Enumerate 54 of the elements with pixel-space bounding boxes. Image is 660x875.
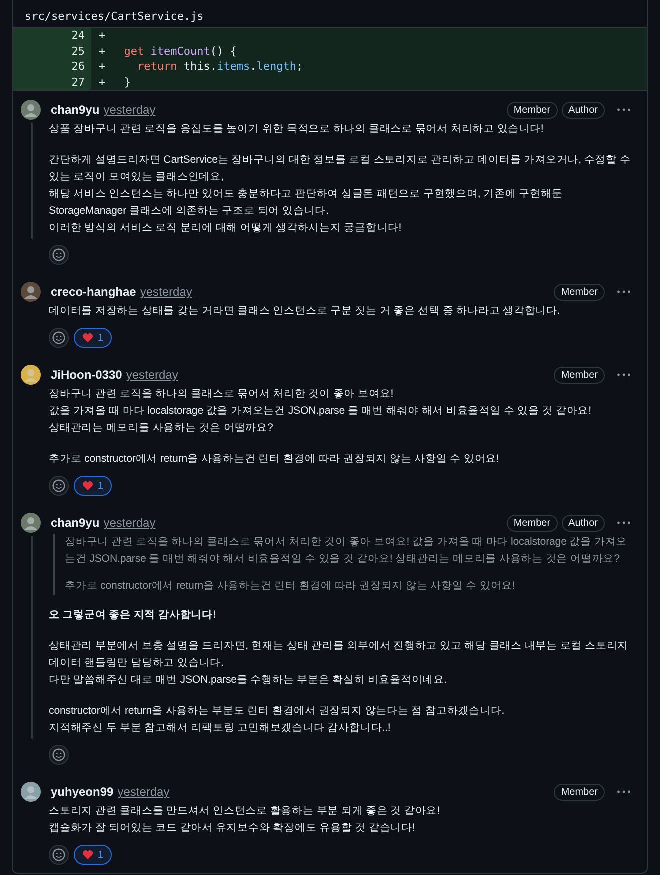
comment-text: 스토리지 관련 클래스를 만드셔서 인스턴스로 활용하는 부분 되게 좋은 것 같아요! 캡슐화가 잘 되어있는 코드 같아서 유지보수와 확장에도 유용할 것 같습니다!: [49, 804, 441, 836]
more-options-icon[interactable]: [617, 790, 631, 794]
author-link[interactable]: creco-hanghae: [51, 285, 136, 299]
more-options-icon[interactable]: [617, 373, 631, 377]
role-label: Author: [562, 514, 605, 532]
avatar[interactable]: [21, 282, 41, 302]
add-reaction-button[interactable]: [49, 245, 69, 265]
line-number: 26: [13, 59, 91, 74]
role-label: Member: [506, 514, 558, 532]
timestamp-link[interactable]: yesterday: [118, 785, 170, 799]
heart-icon: [82, 849, 94, 861]
avatar[interactable]: [21, 365, 41, 385]
comment-text: 장바구니 관련 로직을 하나의 클래스로 묶어서 처리한 것이 좋아 보여요! 값을 가져올 때 마다 localstorage 값을 가져오는건 JSON.parse 를 매번 해줘야 해서 비효율적일 수 있을 것 같아요! 상태관리는 메모리를 사용하는 것은 어떨까요?: [49, 387, 592, 436]
timestamp-link[interactable]: yesterday: [104, 516, 156, 530]
reaction-button[interactable]: 1: [74, 328, 112, 348]
more-options-icon[interactable]: [617, 108, 631, 112]
comment-text: 데이터를 저장하는 상태를 갖는 거라면 클래스 인스턴스로 구분 짓는 거 좋은 선택 중 하나라고 생각합니다.: [49, 304, 562, 319]
avatar[interactable]: [21, 513, 41, 533]
line-number: 25: [13, 44, 91, 59]
timestamp-link[interactable]: yesterday: [104, 103, 156, 117]
reaction-button[interactable]: 1: [74, 476, 112, 496]
more-options-icon[interactable]: [617, 290, 631, 294]
comment-text: 상품 장바구니 관련 로직을 응집도를 높이기 위한 목적으로 하나의 클래스로 묶어서 처리하고 있습니다!: [49, 122, 545, 137]
author-link[interactable]: chan9yu: [51, 516, 100, 530]
reaction-button[interactable]: 1: [74, 845, 112, 865]
role-label: Author: [562, 102, 605, 118]
add-reaction-button[interactable]: [49, 745, 69, 765]
heart-icon: [82, 480, 94, 492]
role-label: Member: [554, 366, 605, 384]
author-link[interactable]: yuhyeon99: [51, 785, 114, 799]
comment-text: 간단하게 설명드리자면 CartService는 장바구니의 대한 정보를 로컬 스토리지로 관리하고 데이터를 가져오거나, 수정할 수 있는 로직이 모여있는 클래스인데요, 해당 서비스 인스턴스는 하나만 있어도 충분하다고 판단하여 싱글톤 패턴으로 구현했으며, 기존에 구현해둔 StorageManager 클래스에 의존하는 구조로 되어 있습니다. 이러한 방식의 서비스 로직 분리에 대해 어떻게 생각하시는지 궁금합니다!: [49, 153, 631, 236]
avatar[interactable]: [21, 100, 41, 120]
role-label: Member: [554, 784, 605, 800]
line-number: 24: [13, 28, 91, 44]
role-label: Member: [554, 284, 605, 300]
add-reaction-button[interactable]: [49, 845, 69, 865]
more-options-icon[interactable]: [617, 521, 631, 525]
file-path: src/services/CartService.js: [25, 10, 204, 23]
line-number: 27: [13, 74, 91, 90]
add-reaction-button[interactable]: [49, 476, 69, 496]
heart-icon: [82, 332, 94, 344]
comment-text: 오 그렇군여 좋은 지적 감사합니다!: [49, 608, 218, 623]
avatar[interactable]: [21, 782, 41, 802]
comment-text: 상태관리 부분에서 보충 설명을 드리자면, 현재는 상태 관리를 외부에서 진행하고 있고 해당 클래스 내부는 로컬 스토리지 데이터 핸들링만 담당하고 있습니다. 다만 말씀해주신 대로 매번 JSON.parse를 수행하는 부분은 확실히 비효율적이네요.: [49, 639, 630, 688]
author-link[interactable]: chan9yu: [51, 103, 100, 117]
timestamp-link[interactable]: yesterday: [126, 368, 178, 382]
role-label: Member: [506, 102, 558, 118]
timestamp-link[interactable]: yesterday: [140, 285, 192, 299]
author-link[interactable]: JiHoon-0330: [51, 368, 122, 382]
add-reaction-button[interactable]: [49, 328, 69, 348]
comment-text: constructor에서 return을 사용하는 부분도 린터 환경에서 권장되지 않는다는 점 참고하겠습니다. 지적해주신 두 부분 참고해서 리팩토링 고민해보겠습니다 감사합니다..!: [49, 704, 506, 736]
quoted-text: 장바구니 관련 로직을 하나의 클래스로 묶어서 처리한 것이 좋아 보여요! 값을 가져올 때 마다 localstorage 값을 가져오는건 JSON.parse 를 매번 해줘야 해서 비효율적일 수 있을 것 같아요! 상태관리는 메모리를 사용하는 것은 어떨까요?: [65, 535, 628, 567]
quoted-text: 추가로 constructor에서 return을 사용하는건 린터 환경에 따라 권장되지 않는 사항일 수 있어요!: [65, 579, 516, 594]
comment-text: 추가로 constructor에서 return을 사용하는건 린터 환경에 따라 권장되지 않는 사항일 수 있어요!: [49, 452, 500, 467]
